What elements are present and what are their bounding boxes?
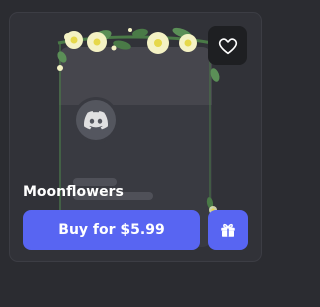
buy-button[interactable]: Buy for $5.99 [23, 210, 200, 250]
gift-button[interactable] [208, 210, 248, 250]
item-name: Moonflowers [23, 184, 124, 200]
heart-outline-icon [218, 37, 237, 54]
gift-icon [221, 223, 235, 237]
shop-item-card[interactable]: Moonflowers Buy for $5.99 [9, 12, 262, 262]
favorite-button[interactable] [208, 26, 247, 65]
